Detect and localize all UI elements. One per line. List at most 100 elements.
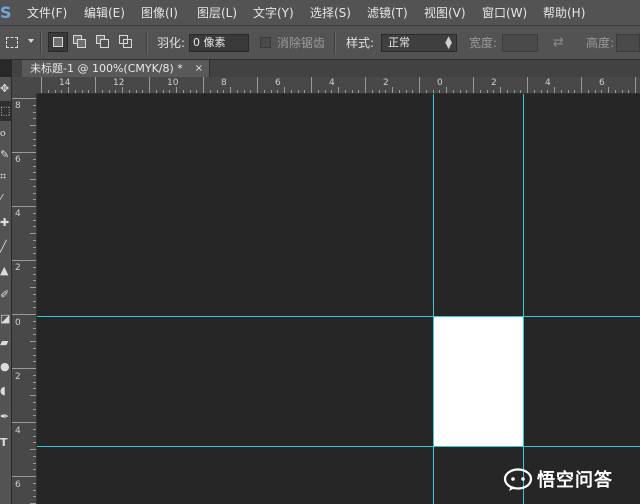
document-tab[interactable]: 未标题-1 @ 100%(CMYK/8) * × xyxy=(22,60,210,77)
rect-marquee-icon[interactable] xyxy=(4,34,20,50)
blur-tool-icon[interactable]: ● xyxy=(0,357,11,377)
ruler-origin[interactable] xyxy=(12,77,37,94)
ruler-tick xyxy=(33,199,36,200)
ruler-tick xyxy=(33,220,36,221)
menu-select[interactable]: 选择(S) xyxy=(310,5,351,21)
ruler-label: 2 xyxy=(491,78,497,88)
ruler-tick xyxy=(514,90,515,93)
ruler-label: 4 xyxy=(15,209,21,219)
ruler-tick xyxy=(581,77,582,93)
menu-image[interactable]: 图像(I) xyxy=(141,5,178,21)
document-canvas[interactable] xyxy=(37,94,640,504)
brush-tool-icon[interactable]: ╱ xyxy=(0,237,11,257)
swap-width-height-icon[interactable]: ⇄ xyxy=(553,36,564,50)
ruler-tick xyxy=(30,233,36,234)
height-input[interactable] xyxy=(616,34,640,52)
eyedropper-tool-icon[interactable]: ⁄ xyxy=(0,189,11,209)
antialias-checkbox[interactable] xyxy=(260,37,271,48)
vertical-guide[interactable] xyxy=(433,94,434,504)
ruler-tick xyxy=(33,112,36,113)
white-selection-fill[interactable] xyxy=(434,317,523,446)
rect-marquee-tool-icon[interactable]: ⬚ xyxy=(0,101,11,121)
horizontal-guide[interactable] xyxy=(37,446,640,447)
ruler-tick xyxy=(33,375,36,376)
ruler-tick xyxy=(304,90,305,93)
menu-layer[interactable]: 图层(L) xyxy=(197,5,237,21)
subtract-from-selection-button[interactable] xyxy=(93,32,113,52)
feather-input[interactable]: 0 像素 xyxy=(189,34,249,52)
ruler-tick xyxy=(33,253,36,254)
ruler-tick xyxy=(33,247,36,248)
type-tool-icon[interactable]: T xyxy=(0,433,11,453)
ruler-tick xyxy=(318,90,319,93)
width-input[interactable] xyxy=(502,34,538,52)
ruler-tick xyxy=(419,77,420,93)
add-to-selection-button[interactable] xyxy=(70,32,90,52)
menu-window[interactable]: 窗口(W) xyxy=(482,5,527,21)
gradient-tool-icon[interactable]: ▰ xyxy=(0,333,11,353)
ruler-tick xyxy=(284,87,285,93)
close-icon[interactable]: × xyxy=(195,61,203,76)
menu-edit[interactable]: 编辑(E) xyxy=(84,5,125,21)
ruler-tick xyxy=(33,132,36,133)
style-select[interactable]: 正常 ▲ ▼ xyxy=(381,34,457,52)
ruler-tick xyxy=(68,87,69,93)
ruler-tick xyxy=(196,90,197,93)
move-tool-icon[interactable]: ✥ xyxy=(0,79,11,99)
ruler-tick xyxy=(385,90,386,93)
ruler-tick xyxy=(30,395,36,396)
menu-help[interactable]: 帮助(H) xyxy=(543,5,585,21)
healing-brush-tool-icon[interactable]: ✚ xyxy=(0,213,11,233)
ruler-tick xyxy=(433,90,434,93)
ruler-tick xyxy=(372,90,373,93)
menu-file[interactable]: 文件(F) xyxy=(27,5,67,21)
ruler-tick xyxy=(33,442,36,443)
chevron-down-icon[interactable] xyxy=(28,39,34,43)
style-label: 样式: xyxy=(346,36,375,50)
ruler-tick xyxy=(33,213,36,214)
ruler-tick xyxy=(33,159,36,160)
ruler-tick xyxy=(237,90,238,93)
ruler-tick xyxy=(33,483,36,484)
clone-stamp-tool-icon[interactable]: ▲ xyxy=(0,261,11,281)
ruler-tick xyxy=(82,90,83,93)
ruler-label: 6 xyxy=(15,480,21,490)
dodge-tool-icon[interactable]: ◖ xyxy=(0,381,11,401)
menu-filter[interactable]: 滤镜(T) xyxy=(367,5,408,21)
intersect-selection-button[interactable] xyxy=(116,32,136,52)
ruler-tick xyxy=(628,90,629,93)
eraser-tool-icon[interactable]: ◪ xyxy=(0,309,11,329)
ruler-tick xyxy=(554,87,555,93)
ruler-tick xyxy=(500,87,501,93)
ruler-tick xyxy=(33,105,36,106)
menu-bar: S 文件(F) 编辑(E) 图像(I) 图层(L) 文字(Y) 选择(S) 滤镜… xyxy=(0,0,640,26)
ruler-tick xyxy=(33,355,36,356)
ruler-label: 4 xyxy=(545,78,551,88)
ruler-label: 2 xyxy=(15,372,21,382)
ruler-tick xyxy=(244,90,245,93)
subtract-selection-icon-overlap xyxy=(100,39,109,48)
lasso-tool-icon[interactable]: ⲟ xyxy=(0,123,11,143)
ruler-tick xyxy=(12,476,36,477)
pen-tool-icon[interactable]: ✒ xyxy=(0,407,11,427)
quick-select-tool-icon[interactable]: ✎ xyxy=(0,145,11,165)
history-brush-tool-icon[interactable]: ✐ xyxy=(0,285,11,305)
ruler-tick xyxy=(109,90,110,93)
ruler-tick xyxy=(298,90,299,93)
horizontal-guide[interactable] xyxy=(37,316,640,317)
ruler-tick xyxy=(12,206,36,207)
feather-label: 羽化: xyxy=(157,36,186,50)
ruler-tick xyxy=(122,87,123,93)
vertical-ruler[interactable]: 8 6 4 2 0 2 4 6 xyxy=(12,94,37,504)
menu-type[interactable]: 文字(Y) xyxy=(253,5,294,21)
crop-tool-icon[interactable]: ⌗ xyxy=(0,167,11,187)
divider xyxy=(146,32,148,54)
ruler-label: 8 xyxy=(221,78,227,88)
ruler-tick xyxy=(33,469,36,470)
ruler-tick xyxy=(12,152,36,153)
vertical-guide[interactable] xyxy=(523,94,524,504)
menu-view[interactable]: 视图(V) xyxy=(424,5,466,21)
horizontal-ruler[interactable]: 14 12 10 8 6 4 2 0 2 4 6 xyxy=(37,77,640,94)
new-selection-button[interactable] xyxy=(48,32,68,52)
ruler-label: 8 xyxy=(15,101,21,111)
